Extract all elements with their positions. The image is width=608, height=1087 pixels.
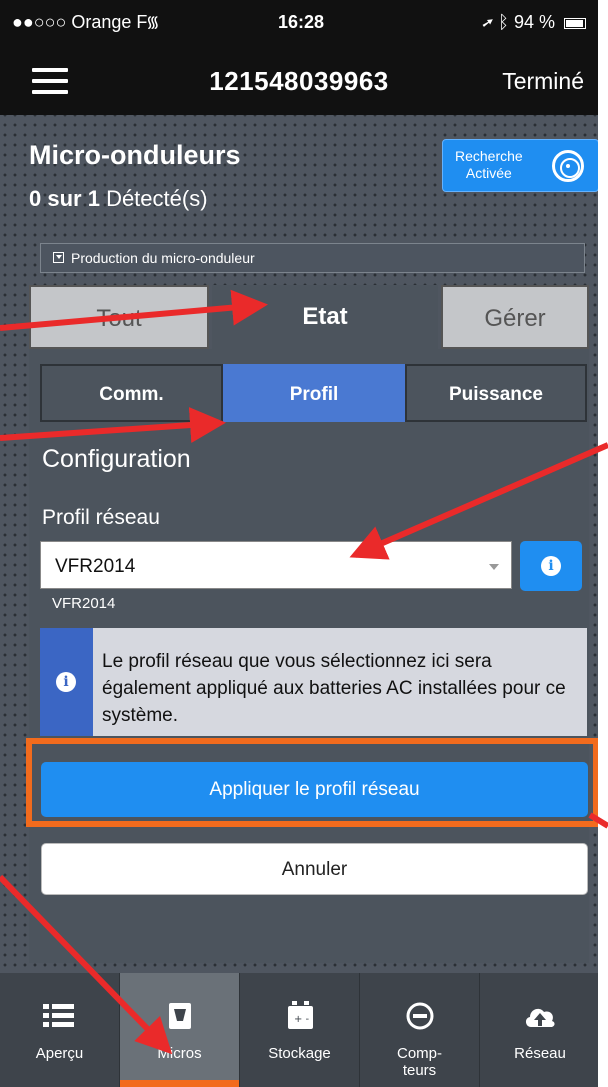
meter-icon [406, 1002, 434, 1030]
status-right: ➚ ᛒ 94 % [482, 12, 586, 33]
tab-stockage-label: Stockage [268, 1045, 331, 1062]
info-icon: i [56, 672, 76, 692]
done-button[interactable]: Terminé [502, 68, 584, 95]
note-text: Le profil réseau que vous sélectionnez i… [102, 651, 566, 726]
highlight-box [26, 738, 598, 827]
note-icon-column: i [40, 628, 93, 736]
status-bar: ●●○○○ Orange F ᯾ 16:28 ➚ ᛒ 94 % [0, 0, 598, 44]
active-tab-indicator [120, 1080, 239, 1087]
bottom-tab-bar: Aperçu Micros + - Stockage Comp-teurs Ré… [0, 973, 598, 1087]
production-toggle[interactable]: Production du micro-onduleur [40, 243, 585, 273]
tab-stockage[interactable]: + - Stockage [240, 973, 360, 1087]
grid-profile-caption: VFR2014 [52, 595, 116, 612]
target-icon [552, 150, 584, 182]
page-title: Micro-onduleurs [29, 140, 241, 170]
tab-compteurs-label: Comp-teurs [396, 1045, 442, 1079]
svg-text:+ -: + - [294, 1014, 310, 1025]
detected-count: 0 sur 1 Détecté(s) [29, 186, 208, 212]
wifi-icon: ᯾ [146, 14, 160, 31]
tab-micros[interactable]: Micros [120, 973, 240, 1087]
battery-storage-icon: + - [288, 1001, 313, 1029]
dropdown-arrow-icon [489, 564, 499, 570]
cancel-button[interactable]: Annuler [41, 843, 588, 895]
tab-compteurs[interactable]: Comp-teurs [360, 973, 480, 1087]
subtab-comm[interactable]: Comm. [40, 364, 223, 422]
tab-reseau[interactable]: Réseau [480, 973, 598, 1087]
info-icon: i [541, 556, 561, 576]
nav-bar: 121548039963 Terminé [0, 44, 598, 115]
detected-number: 0 sur 1 [29, 186, 100, 211]
search-line2: Activée [465, 165, 512, 181]
grid-profile-label: Profil réseau [42, 506, 160, 529]
profile-info-button[interactable]: i [520, 541, 582, 591]
subtab-profil[interactable]: Profil [223, 364, 405, 422]
grid-profile-value: VFR2014 [55, 556, 136, 577]
bluetooth-icon: ᛒ [498, 12, 509, 32]
sub-tabs: Comm. Profil Puissance [40, 364, 587, 422]
search-button-label: Recherche Activée [455, 148, 523, 182]
search-active-button[interactable]: Recherche Activée [442, 139, 598, 192]
tab-micros-label: Micros [157, 1045, 202, 1062]
detected-label: Détecté(s) [106, 186, 208, 211]
app-screen: ●●○○○ Orange F ᯾ 16:28 ➚ ᛒ 94 % 12154803… [0, 0, 598, 1087]
location-icon: ➚ [482, 12, 494, 32]
info-note: i Le profil réseau que vous sélectionnez… [40, 628, 587, 736]
subtab-puissance[interactable]: Puissance [405, 364, 587, 422]
carrier-label: ●●○○○ Orange F [12, 12, 148, 32]
search-line1: Recherche [455, 148, 523, 164]
production-label: Production du micro-onduleur [71, 250, 255, 266]
tab-reseau-label: Réseau [514, 1045, 566, 1062]
cloud-upload-icon [525, 1008, 555, 1027]
clock: 16:28 [278, 12, 325, 32]
microinverter-icon [169, 1003, 191, 1029]
tab-etat[interactable]: Etat [212, 285, 438, 349]
tab-gerer[interactable]: Gérer [441, 285, 589, 349]
grid-profile-select[interactable]: VFR2014 [40, 541, 512, 589]
battery-percent: 94 % [513, 12, 555, 32]
tab-apercu[interactable]: Aperçu [0, 973, 120, 1087]
tab-tout[interactable]: Tout [29, 285, 209, 349]
list-icon [43, 1004, 74, 1027]
battery-icon [564, 17, 586, 29]
configuration-heading: Configuration [42, 445, 191, 473]
main-tabs: Tout Etat Gérer [29, 285, 589, 349]
tab-apercu-label: Aperçu [35, 1045, 84, 1062]
collapse-icon [53, 252, 64, 263]
